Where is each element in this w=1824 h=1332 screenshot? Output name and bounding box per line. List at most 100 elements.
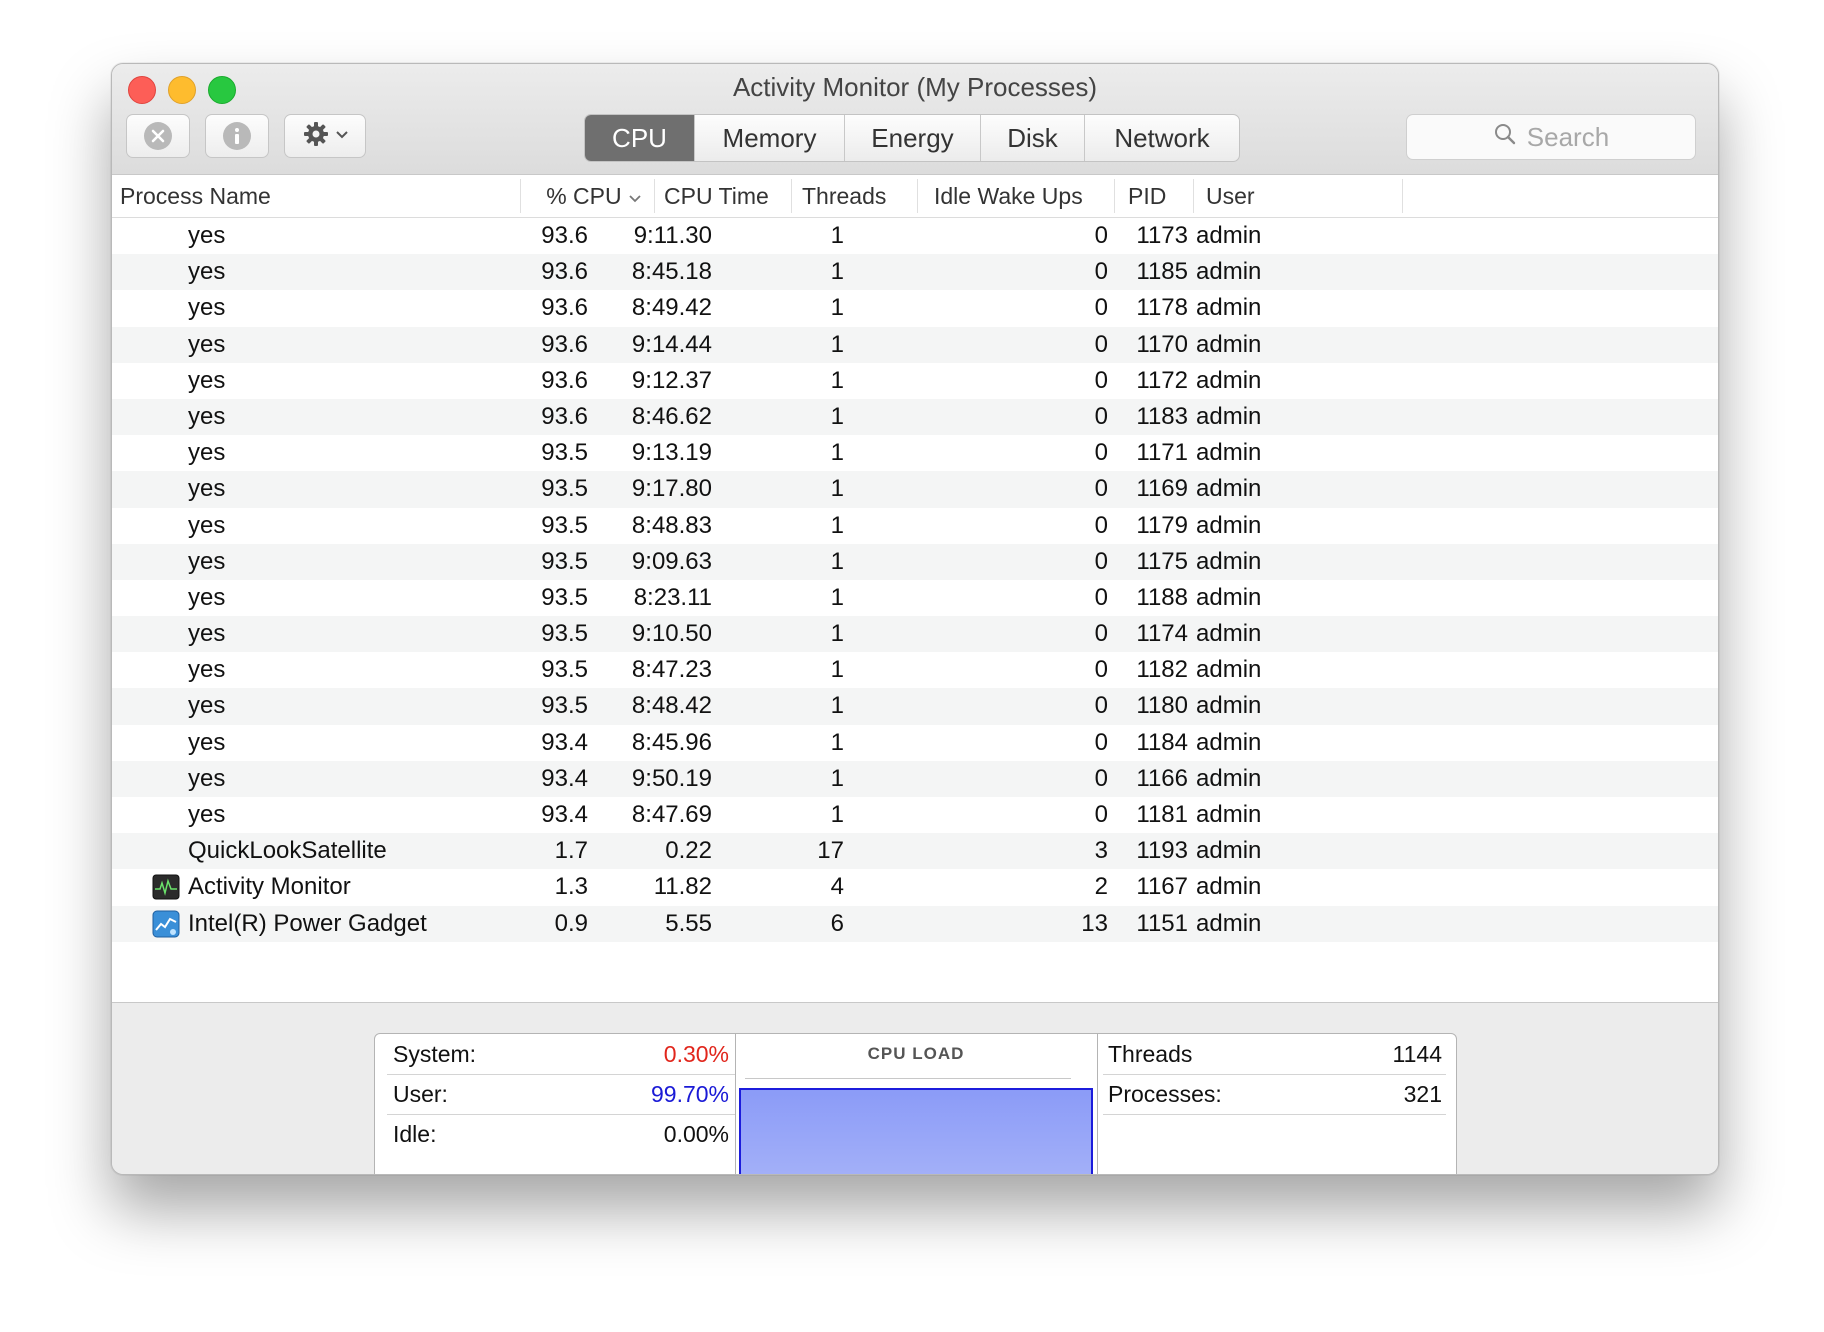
process-name: yes <box>188 583 226 611</box>
cpu-load-graph: CPU LOAD <box>737 1034 1095 1174</box>
tab-energy[interactable]: Energy <box>845 115 981 161</box>
view-tabs: CPU Memory Energy Disk Network <box>584 114 1240 162</box>
cpu-time: 8:45.18 <box>631 258 712 286</box>
cpu-percent: 93.5 <box>541 475 588 503</box>
cpu-percent: 93.5 <box>541 656 588 684</box>
cpu-percent: 93.6 <box>541 330 588 358</box>
user: admin <box>1196 656 1262 684</box>
table-row[interactable]: yes 93.5 8:23.11 1 0 1188 admin <box>112 580 1718 616</box>
cpu-percent: 93.6 <box>541 402 588 430</box>
cpu-percent: 93.5 <box>541 439 588 467</box>
activity-monitor-icon <box>152 873 180 901</box>
idle-wake-ups: 0 <box>1094 801 1108 828</box>
pid: 1181 <box>1136 801 1188 828</box>
process-name: Activity Monitor <box>188 873 351 901</box>
threads: 1 <box>830 656 844 684</box>
idle-wake-ups: 0 <box>1094 366 1108 394</box>
user: admin <box>1196 620 1262 648</box>
user: admin <box>1196 764 1262 792</box>
pid: 1179 <box>1136 511 1188 539</box>
action-menu-button[interactable] <box>284 114 366 158</box>
idle-wake-ups: 0 <box>1094 656 1108 684</box>
table-row[interactable]: yes 93.5 8:48.83 1 0 1179 admin <box>112 508 1718 544</box>
idle-wake-ups: 0 <box>1094 583 1108 611</box>
idle-wake-ups: 0 <box>1094 222 1108 249</box>
threads: 1 <box>830 439 844 467</box>
idle-stat: Idle: 0.00% <box>393 1114 729 1154</box>
table-header: Process Name % CPU CPU Time Threads Idle… <box>112 175 1718 218</box>
search-icon <box>1493 122 1517 153</box>
quit-process-button[interactable] <box>126 114 190 158</box>
table-row[interactable]: yes 93.5 8:47.23 1 0 1182 admin <box>112 652 1718 688</box>
threads: 1 <box>830 620 844 648</box>
summary-area: System: 0.30% User: 99.70% Idle: 0.00% C… <box>112 1002 1718 1174</box>
user: admin <box>1196 873 1262 901</box>
process-name: yes <box>188 728 226 756</box>
column-header-cpu-time[interactable]: CPU Time <box>664 175 784 217</box>
tab-network[interactable]: Network <box>1085 115 1239 161</box>
cpu-percent: 93.6 <box>541 294 588 322</box>
cpu-time: 9:10.50 <box>631 620 712 648</box>
process-name: yes <box>188 547 226 575</box>
table-row[interactable]: yes 93.6 9:12.37 1 0 1172 admin <box>112 363 1718 399</box>
idle-wake-ups: 0 <box>1094 258 1108 286</box>
table-row[interactable]: Activity Monitor 1.3 11.82 4 2 1167 admin <box>112 869 1718 905</box>
table-row[interactable]: yes 93.4 8:45.96 1 0 1184 admin <box>112 725 1718 761</box>
table-row[interactable]: yes 93.4 8:47.69 1 0 1181 admin <box>112 797 1718 833</box>
column-header-cpu-percent[interactable]: % CPU <box>522 175 652 217</box>
table-row[interactable]: yes 93.6 8:46.62 1 0 1183 admin <box>112 398 1718 436</box>
table-row[interactable]: yes 93.5 8:48.42 1 0 1180 admin <box>112 688 1718 725</box>
threads: 1 <box>830 402 844 430</box>
cpu-load-bar <box>739 1088 1093 1174</box>
table-row[interactable]: yes 93.5 9:09.63 1 0 1175 admin <box>112 543 1718 580</box>
column-header-threads[interactable]: Threads <box>802 175 912 217</box>
search-field[interactable]: Search <box>1406 114 1696 160</box>
cpu-time: 8:47.69 <box>631 801 712 828</box>
table-row[interactable]: yes 93.5 9:17.80 1 0 1169 admin <box>112 471 1718 508</box>
threads: 1 <box>830 728 844 756</box>
cpu-time: 8:48.83 <box>631 511 712 539</box>
idle-wake-ups: 0 <box>1094 547 1108 575</box>
process-rows: yes 93.6 9:11.30 1 0 1173 admin yes 93.6 8:45.18 1… <box>112 218 1718 942</box>
table-row[interactable]: yes 93.4 9:50.19 1 0 1166 admin <box>112 760 1718 797</box>
cpu-percent: 93.5 <box>541 547 588 575</box>
idle-wake-ups: 0 <box>1094 764 1108 792</box>
user: admin <box>1196 475 1262 503</box>
process-name: yes <box>188 801 226 828</box>
table-row[interactable]: Intel(R) Power Gadget 0.9 5.55 6 13 1151 admin <box>112 905 1718 942</box>
pid: 1166 <box>1136 764 1188 792</box>
process-name: yes <box>188 620 226 648</box>
inspect-process-button[interactable] <box>205 114 269 158</box>
chevron-down-icon <box>335 127 349 145</box>
table-row[interactable]: yes 93.6 9:11.30 1 0 1173 admin <box>112 218 1718 254</box>
idle-wake-ups: 0 <box>1094 330 1108 358</box>
tab-disk[interactable]: Disk <box>981 115 1085 161</box>
cpu-percent: 93.5 <box>541 511 588 539</box>
column-header-user[interactable]: User <box>1206 175 1306 217</box>
cpu-percent: 0.9 <box>554 909 588 937</box>
pid: 1180 <box>1136 692 1188 720</box>
pid: 1172 <box>1136 366 1188 394</box>
table-row[interactable]: yes 93.6 8:45.18 1 0 1185 admin <box>112 254 1718 291</box>
system-stat: System: 0.30% <box>393 1034 729 1074</box>
pid: 1178 <box>1136 294 1188 322</box>
column-header-pid[interactable]: PID <box>1128 175 1188 217</box>
column-header-idle-wake-ups[interactable]: Idle Wake Ups <box>934 175 1104 217</box>
process-name: yes <box>188 656 226 684</box>
user-label: User: <box>393 1081 448 1107</box>
table-row[interactable]: yes 93.5 9:13.19 1 0 1171 admin <box>112 435 1718 471</box>
threads: 1 <box>830 222 844 249</box>
table-row[interactable]: yes 93.6 8:49.42 1 0 1178 admin <box>112 290 1718 326</box>
table-row[interactable]: yes 93.5 9:10.50 1 0 1174 admin <box>112 616 1718 653</box>
threads-label: Threads <box>1108 1041 1193 1067</box>
column-header-process-name[interactable]: Process Name <box>120 175 520 217</box>
cpu-time: 11.82 <box>653 873 712 901</box>
user: admin <box>1196 330 1262 358</box>
tab-cpu[interactable]: CPU <box>585 115 695 161</box>
titlebar: Activity Monitor (My Processes) CPU Memo… <box>112 64 1718 175</box>
idle-wake-ups: 2 <box>1094 873 1108 901</box>
table-row[interactable]: yes 93.6 9:14.44 1 0 1170 admin <box>112 326 1718 363</box>
tab-memory[interactable]: Memory <box>695 115 845 161</box>
sort-descending-icon <box>628 183 642 209</box>
table-row[interactable]: QuickLookSatellite 1.7 0.22 17 3 1193 admin <box>112 833 1718 870</box>
